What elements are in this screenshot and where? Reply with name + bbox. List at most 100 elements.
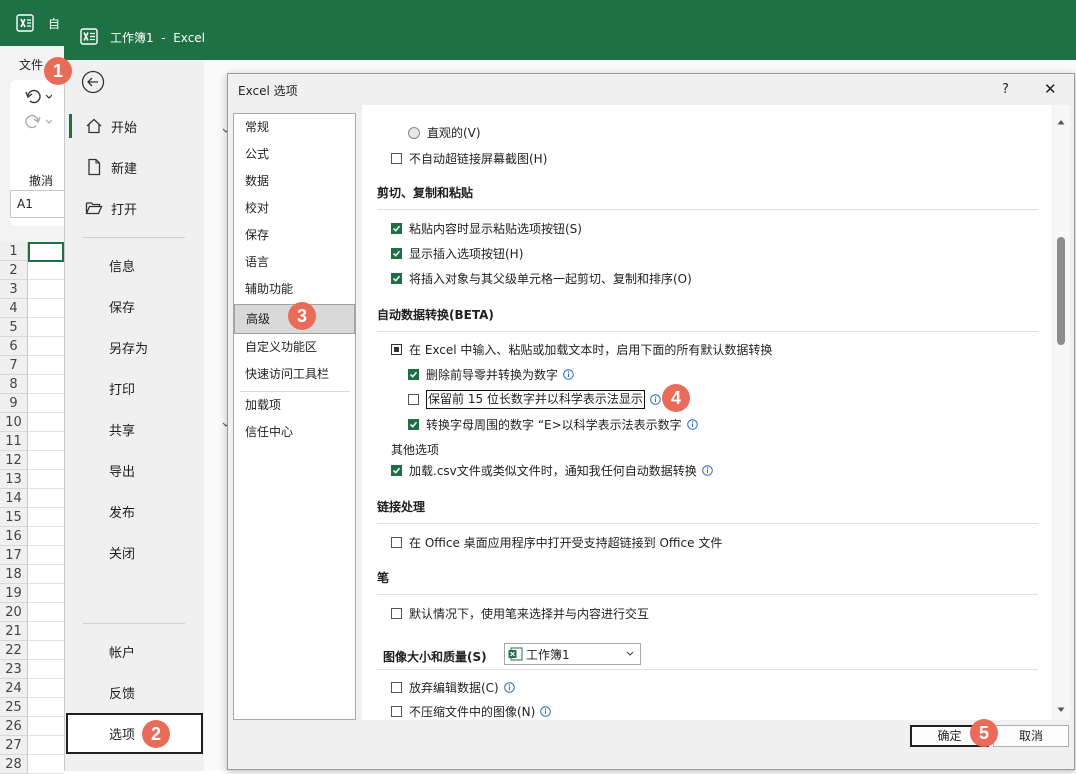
row-header[interactable]: 21 bbox=[0, 622, 28, 641]
sheet-cell[interactable] bbox=[28, 755, 64, 774]
row-header[interactable]: 25 bbox=[0, 698, 28, 717]
row-header[interactable]: 19 bbox=[0, 584, 28, 603]
option-insert-options[interactable]: 显示插入选项按钮(H) bbox=[391, 245, 523, 262]
category-addins[interactable]: 加载项 bbox=[234, 392, 355, 419]
checkbox[interactable] bbox=[391, 682, 402, 693]
sheet-cell[interactable] bbox=[28, 698, 64, 717]
name-box[interactable]: A1 bbox=[10, 190, 64, 218]
sheet-cell[interactable] bbox=[28, 565, 64, 584]
row-header[interactable]: 5 bbox=[0, 318, 28, 337]
category-formulas[interactable]: 公式 bbox=[234, 141, 355, 168]
sheet-cell[interactable] bbox=[28, 508, 64, 527]
nav-home[interactable]: 开始 bbox=[65, 108, 205, 144]
category-accessibility[interactable]: 辅助功能 bbox=[234, 276, 355, 303]
sheet-cell[interactable] bbox=[28, 375, 64, 394]
options-scrollbar[interactable] bbox=[1053, 105, 1070, 720]
sheet-cell[interactable] bbox=[28, 280, 64, 299]
nav-save[interactable]: 保存 bbox=[65, 288, 205, 324]
row-header[interactable]: 27 bbox=[0, 736, 28, 755]
nav-options[interactable]: 选项 bbox=[66, 713, 203, 754]
option-csv-notify[interactable]: 加载.csv文件或类似文件时，通知我任何自动数据转换 bbox=[391, 462, 713, 479]
close-button[interactable]: ✕ bbox=[1044, 80, 1057, 98]
nav-export[interactable]: 导出 bbox=[65, 452, 205, 488]
row-header[interactable]: 22 bbox=[0, 641, 28, 660]
checkbox-checked[interactable] bbox=[408, 419, 419, 430]
sheet-cell[interactable] bbox=[28, 660, 64, 679]
option-open-hyperlinks[interactable]: 在 Office 桌面应用程序中打开受支持超链接到 Office 文件 bbox=[391, 534, 722, 551]
category-trust-center[interactable]: 信任中心 bbox=[234, 419, 355, 446]
sheet-cell[interactable] bbox=[28, 299, 64, 318]
sheet-cell[interactable] bbox=[28, 679, 64, 698]
info-icon[interactable] bbox=[686, 419, 698, 430]
option-pen-select[interactable]: 默认情况下，使用笔来选择并与内容进行交互 bbox=[391, 605, 649, 622]
row-header[interactable]: 24 bbox=[0, 679, 28, 698]
info-icon[interactable] bbox=[650, 394, 661, 405]
option-convert-all[interactable]: 在 Excel 中输入、粘贴或加载文本时，启用下面的所有默认数据转换 bbox=[391, 341, 772, 358]
nav-info[interactable]: 信息 bbox=[65, 247, 205, 283]
scroll-thumb[interactable] bbox=[1057, 237, 1065, 345]
sheet-cell[interactable] bbox=[28, 337, 64, 356]
row-header[interactable]: 14 bbox=[0, 489, 28, 508]
option-no-compress[interactable]: 不压缩文件中的图像(N) bbox=[391, 703, 552, 720]
category-proofing[interactable]: 校对 bbox=[234, 195, 355, 222]
checkbox[interactable] bbox=[391, 537, 402, 548]
sheet-cell[interactable] bbox=[28, 622, 64, 641]
sheet-cell[interactable] bbox=[28, 736, 64, 755]
scroll-up-icon[interactable] bbox=[1057, 119, 1065, 125]
row-header[interactable]: 17 bbox=[0, 546, 28, 565]
checkbox-checked[interactable] bbox=[408, 369, 419, 380]
info-icon[interactable] bbox=[503, 682, 515, 693]
category-quick-access[interactable]: 快速访问工具栏 bbox=[234, 361, 355, 388]
row-header[interactable]: 1 bbox=[0, 242, 28, 261]
redo-icon[interactable] bbox=[24, 113, 52, 129]
help-button[interactable]: ? bbox=[1002, 82, 1009, 97]
active-cell[interactable] bbox=[28, 242, 64, 262]
category-save[interactable]: 保存 bbox=[234, 222, 355, 249]
radio-button[interactable] bbox=[408, 126, 420, 139]
option-no-auto-link[interactable]: 不自动超链接屏幕截图(H) bbox=[391, 150, 547, 167]
row-header[interactable]: 9 bbox=[0, 394, 28, 413]
row-header[interactable]: 6 bbox=[0, 337, 28, 356]
option-remove-leading-zeros[interactable]: 删除前导零并转换为数字 bbox=[408, 366, 574, 383]
file-tab[interactable]: 文件 bbox=[19, 56, 43, 73]
checkbox[interactable] bbox=[391, 608, 402, 619]
option-discard-edit-data[interactable]: 放弃编辑数据(C) bbox=[391, 679, 515, 696]
sheet-cell[interactable] bbox=[28, 413, 64, 432]
nav-open[interactable]: 打开 bbox=[65, 190, 205, 226]
option-paste-options[interactable]: 粘贴内容时显示粘贴选项按钮(S) bbox=[391, 220, 582, 237]
nav-share[interactable]: 共享 bbox=[65, 411, 205, 447]
row-header[interactable]: 15 bbox=[0, 508, 28, 527]
row-header[interactable]: 18 bbox=[0, 565, 28, 584]
checkbox-checked[interactable] bbox=[391, 223, 402, 234]
sheet-cell[interactable] bbox=[28, 451, 64, 470]
option-cut-copy-sort[interactable]: 将插入对象与其父级单元格一起剪切、复制和排序(O) bbox=[391, 270, 692, 287]
row-header[interactable]: 11 bbox=[0, 432, 28, 451]
checkbox-checked[interactable] bbox=[391, 248, 402, 259]
nav-print[interactable]: 打印 bbox=[65, 370, 205, 406]
checkbox-checked[interactable] bbox=[391, 273, 402, 284]
sheet-cell[interactable] bbox=[28, 489, 64, 508]
info-icon[interactable] bbox=[563, 369, 574, 380]
checkbox-indeterminate[interactable] bbox=[391, 344, 402, 355]
sheet-grid[interactable]: 1 2 3 4 5 6 7 8 9 10 11 12 13 14 15 16 17 18 19 20 21 22 23 24 2… bbox=[0, 242, 64, 774]
sheet-cell[interactable] bbox=[28, 318, 64, 337]
row-header[interactable]: 10 bbox=[0, 413, 28, 432]
checkbox[interactable] bbox=[391, 153, 402, 164]
info-icon[interactable] bbox=[540, 706, 552, 717]
nav-close[interactable]: 关闭 bbox=[65, 534, 205, 570]
row-header[interactable]: 2 bbox=[0, 261, 28, 280]
row-header[interactable]: 12 bbox=[0, 451, 28, 470]
sheet-cell[interactable] bbox=[28, 603, 64, 622]
sheet-cell[interactable] bbox=[28, 527, 64, 546]
category-customize-ribbon[interactable]: 自定义功能区 bbox=[234, 334, 355, 361]
scroll-down-icon[interactable] bbox=[1057, 707, 1065, 713]
undo-icon[interactable] bbox=[24, 88, 52, 104]
sheet-cell[interactable] bbox=[28, 432, 64, 451]
sheet-cell[interactable] bbox=[28, 356, 64, 375]
checkbox[interactable] bbox=[391, 706, 402, 717]
sheet-cell[interactable] bbox=[28, 717, 64, 736]
sheet-cell[interactable] bbox=[28, 546, 64, 565]
row-header[interactable]: 3 bbox=[0, 280, 28, 299]
option-keep-15-digits[interactable]: 保留前 15 位长数字并以科学表示法显示 bbox=[408, 390, 661, 409]
nav-publish[interactable]: 发布 bbox=[65, 493, 205, 529]
